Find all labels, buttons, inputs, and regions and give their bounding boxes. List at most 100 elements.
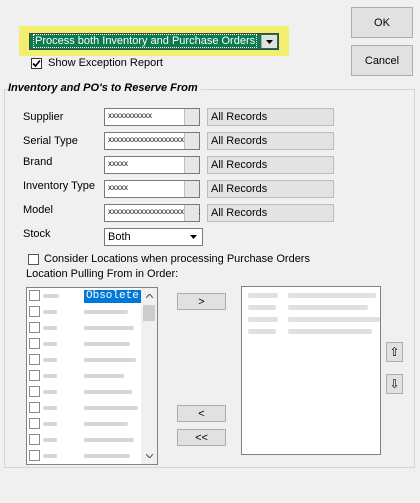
list-item[interactable]: [27, 352, 143, 368]
model-summary: All Records: [207, 204, 334, 222]
blurred-text: [84, 374, 124, 378]
blurred-text: [43, 310, 57, 314]
brand-summary: All Records: [207, 156, 334, 174]
list-item[interactable]: Obsolete: [27, 288, 146, 304]
remove-location-button[interactable]: <: [177, 405, 226, 422]
scroll-down-icon[interactable]: [141, 448, 157, 464]
move-down-button[interactable]: ⇩: [386, 374, 403, 394]
blurred-text: [288, 305, 368, 310]
blurred-text: [248, 293, 278, 298]
blurred-text: [248, 305, 276, 310]
inventory-type-label: Inventory Type: [23, 180, 95, 192]
remove-location-label: <: [198, 407, 205, 420]
list-item-checkbox[interactable]: [29, 386, 40, 397]
stock-label: Stock: [23, 228, 51, 240]
add-location-label: >: [198, 295, 205, 308]
remove-all-locations-label: <<: [195, 431, 208, 444]
scroll-up-icon[interactable]: [141, 288, 157, 304]
supplier-label: Supplier: [23, 111, 64, 123]
serial-type-summary: All Records: [207, 132, 334, 150]
blurred-text: [84, 454, 130, 458]
list-item-checkbox[interactable]: [29, 290, 40, 301]
blurred-text: [84, 422, 128, 426]
section-title: Inventory and PO's to Reserve From: [8, 82, 201, 94]
ok-button-label: OK: [374, 16, 390, 29]
selected-location[interactable]: Obsolete: [84, 290, 146, 303]
list-item[interactable]: [27, 368, 143, 384]
supplier-field[interactable]: xxxxxxxxxxx: [104, 108, 200, 126]
list-item[interactable]: [27, 384, 143, 400]
remove-all-locations-button[interactable]: <<: [177, 429, 226, 446]
model-field-slider[interactable]: [184, 205, 199, 221]
selected-locations-list[interactable]: [241, 286, 381, 455]
serial-type-field-slider[interactable]: [184, 133, 199, 149]
cancel-button[interactable]: Cancel: [351, 45, 413, 76]
blurred-text: [248, 317, 278, 322]
list-item-checkbox[interactable]: [29, 322, 40, 333]
blurred-text: [43, 406, 57, 410]
inventory-type-field[interactable]: xxxxx: [104, 180, 200, 198]
blurred-text: [248, 329, 276, 334]
list-item-checkbox[interactable]: [29, 402, 40, 413]
brand-label: Brand: [23, 156, 53, 168]
blurred-text: [84, 406, 138, 410]
blurred-text: [43, 294, 59, 298]
list-item[interactable]: [27, 400, 143, 416]
location-pulling-label: Location Pulling From in Order:: [26, 268, 179, 280]
brand-field[interactable]: xxxxx: [104, 156, 200, 174]
blurred-text: [84, 358, 136, 362]
show-exception-checkbox[interactable]: [31, 58, 42, 69]
chevron-down-icon[interactable]: [261, 35, 277, 48]
reserve-mode-value: Process both Inventory and Purchase Orde…: [32, 34, 258, 48]
list-item-checkbox[interactable]: [29, 306, 40, 317]
add-location-button[interactable]: >: [177, 293, 226, 310]
blurred-text: [84, 390, 132, 394]
list-item-checkbox[interactable]: [29, 370, 40, 381]
serial-type-field[interactable]: xxxxxxxxxxxxxxxxxxxxxx: [104, 132, 200, 150]
list-item-checkbox[interactable]: [29, 354, 40, 365]
supplier-field-slider[interactable]: [184, 109, 199, 125]
arrow-up-icon: ⇧: [389, 345, 400, 359]
inventory-type-field-slider[interactable]: [184, 181, 199, 197]
checkmark-icon: [32, 59, 41, 68]
blurred-text: [43, 438, 57, 442]
group-frame-bottom: [4, 467, 415, 468]
scroll-thumb[interactable]: [143, 305, 155, 321]
consider-locations-label: Consider Locations when processing Purch…: [44, 253, 310, 265]
cancel-button-label: Cancel: [364, 54, 400, 67]
blurred-text: [43, 374, 57, 378]
blurred-text: [84, 310, 128, 314]
list-item[interactable]: [27, 432, 143, 448]
brand-field-slider[interactable]: [184, 157, 199, 173]
stock-dropdown[interactable]: Both: [104, 228, 203, 246]
show-exception-label: Show Exception Report: [48, 57, 163, 69]
chevron-down-icon[interactable]: [186, 230, 201, 244]
blurred-text: [84, 326, 134, 330]
blurred-text: [288, 293, 376, 298]
list-item-checkbox[interactable]: [29, 418, 40, 429]
available-locations-list[interactable]: Obsolete: [26, 287, 158, 465]
list-item[interactable]: [27, 416, 143, 432]
ok-button[interactable]: OK: [351, 7, 413, 38]
move-up-button[interactable]: ⇧: [386, 342, 403, 362]
list-item-checkbox[interactable]: [29, 450, 40, 461]
list-item[interactable]: [27, 320, 143, 336]
supplier-value: xxxxxxxxxxx: [108, 111, 152, 120]
list-item[interactable]: [27, 304, 143, 320]
reserve-mode-dropdown[interactable]: Process both Inventory and Purchase Orde…: [29, 33, 279, 50]
brand-value: xxxxx: [108, 159, 128, 168]
list-item-checkbox[interactable]: [29, 338, 40, 349]
model-field[interactable]: xxxxxxxxxxxxxxxxxxxxxxx: [104, 204, 200, 222]
model-label: Model: [23, 204, 53, 216]
serial-type-label: Serial Type: [23, 135, 78, 147]
list-item[interactable]: [27, 336, 143, 352]
blurred-text: [43, 390, 57, 394]
list-item-checkbox[interactable]: [29, 434, 40, 445]
blurred-text: [43, 358, 57, 362]
supplier-summary: All Records: [207, 108, 334, 126]
consider-locations-checkbox[interactable]: [28, 254, 39, 265]
blurred-text: [84, 438, 134, 442]
list-scrollbar[interactable]: [141, 288, 157, 464]
group-frame-left: [4, 89, 5, 467]
list-item[interactable]: [27, 448, 143, 464]
